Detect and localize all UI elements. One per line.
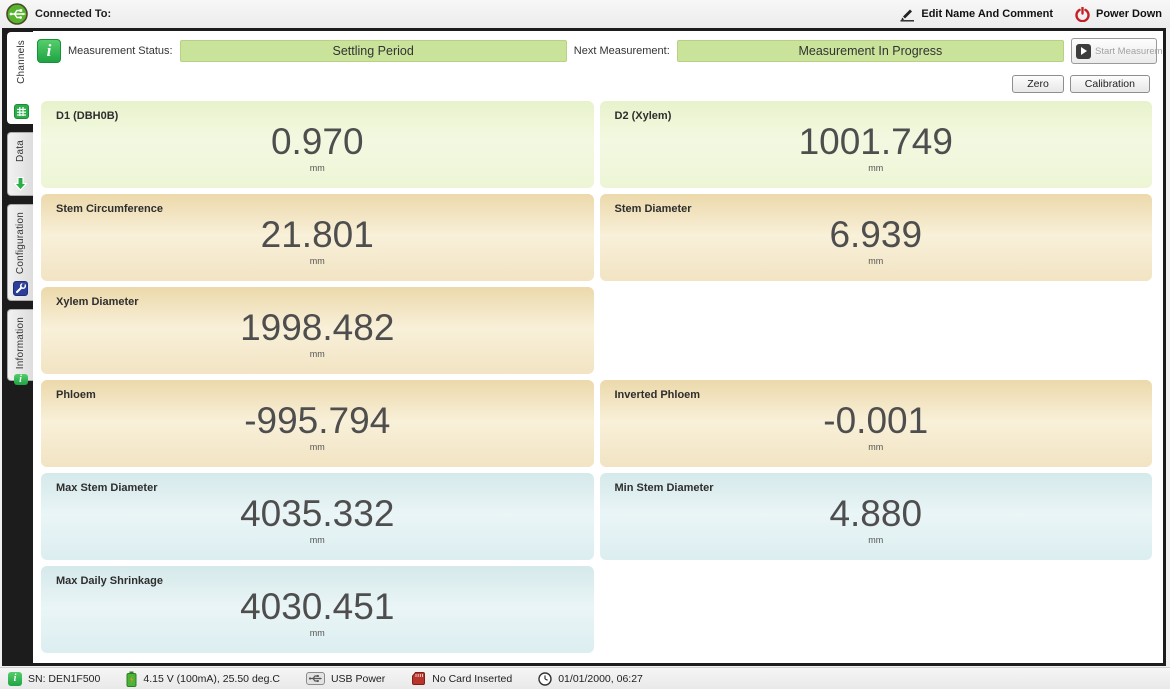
battery-status-item: 4.15 V (100mA), 25.50 deg.C xyxy=(126,671,280,687)
card-status-item: No Card Inserted xyxy=(411,671,512,686)
channel-unit: mm xyxy=(600,535,1153,545)
channel-card: Stem Circumference 21.801 mm xyxy=(41,194,594,281)
channel-card: Min Stem Diameter 4.880 mm xyxy=(600,473,1153,560)
channel-value: 4.880 xyxy=(600,495,1153,533)
clock-icon xyxy=(538,672,552,686)
tab-configuration-label: Configuration xyxy=(15,212,26,274)
channel-unit: mm xyxy=(41,349,594,359)
edit-name-and-comment-button[interactable]: Edit Name And Comment xyxy=(899,6,1053,22)
channel-unit: mm xyxy=(41,256,594,266)
tab-information-label: Information xyxy=(15,317,26,369)
bottom-status-bar: i SN: DEN1F500 4.15 V (100mA), 25.50 deg… xyxy=(0,667,1170,689)
measurement-status-value: Settling Period xyxy=(180,40,567,62)
measurement-status-label: Measurement Status: xyxy=(68,45,173,57)
datetime-item: 01/01/2000, 06:27 xyxy=(538,672,643,686)
channel-value: -995.794 xyxy=(41,402,594,440)
tab-data-label: Data xyxy=(15,140,26,162)
info-icon: i xyxy=(8,672,22,686)
channel-value: 0.970 xyxy=(41,123,594,161)
channel-card: Phloem -995.794 mm xyxy=(41,380,594,467)
battery-status-label: 4.15 V (100mA), 25.50 deg.C xyxy=(143,673,280,685)
measurement-status-row: i Measurement Status: Settling Period Ne… xyxy=(33,31,1163,65)
power-icon xyxy=(1075,7,1090,22)
channel-unit: mm xyxy=(600,256,1153,266)
channel-value: 6.939 xyxy=(600,216,1153,254)
sidebar-tabstrip: Channels Data Configuration xyxy=(5,31,33,663)
channel-card: Stem Diameter 6.939 mm xyxy=(600,194,1153,281)
channel-card: D1 (DBH0B) 0.970 mm xyxy=(41,101,594,188)
channel-card: Xylem Diameter 1998.482 mm xyxy=(41,287,594,374)
play-icon xyxy=(1076,44,1091,59)
channel-card: Max Daily Shrinkage 4030.451 mm xyxy=(41,566,594,653)
power-source-item: USB Power xyxy=(306,672,385,685)
usb-icon xyxy=(306,672,325,685)
info-icon: i xyxy=(37,39,61,63)
download-icon xyxy=(13,176,28,191)
calibration-toolbar: Zero Calibration xyxy=(33,65,1163,98)
channel-value: 4035.332 xyxy=(41,495,594,533)
battery-icon xyxy=(126,671,137,687)
channel-unit: mm xyxy=(600,442,1153,452)
info-icon: i xyxy=(14,374,28,385)
zero-button[interactable]: Zero xyxy=(1012,75,1064,93)
grid-icon xyxy=(14,104,29,119)
connected-to-label: Connected To: xyxy=(35,8,111,20)
pencil-icon xyxy=(899,6,915,22)
tab-channels[interactable]: Channels xyxy=(7,32,35,124)
usb-connected-icon xyxy=(6,3,28,25)
next-measurement-label: Next Measurement: xyxy=(574,45,670,57)
edit-name-and-comment-label: Edit Name And Comment xyxy=(921,8,1053,20)
channel-card: Inverted Phloem -0.001 mm xyxy=(600,380,1153,467)
top-bar: Connected To: Edit Name And Comment Powe… xyxy=(0,0,1170,28)
sd-card-icon xyxy=(411,671,426,686)
channel-unit: mm xyxy=(41,535,594,545)
main-frame: Channels Data Configuration xyxy=(2,28,1166,666)
card-status-label: No Card Inserted xyxy=(432,673,512,685)
power-down-button[interactable]: Power Down xyxy=(1075,7,1162,22)
channel-card: Max Stem Diameter 4035.332 mm xyxy=(41,473,594,560)
serial-number-item: i SN: DEN1F500 xyxy=(8,672,100,686)
channel-unit: mm xyxy=(41,442,594,452)
channel-unit: mm xyxy=(41,628,594,638)
start-measurement-button[interactable]: Start Measurement xyxy=(1071,38,1157,64)
channel-value: 1998.482 xyxy=(41,309,594,347)
power-down-label: Power Down xyxy=(1096,8,1162,20)
wrench-icon xyxy=(13,281,28,296)
channel-value: -0.001 xyxy=(600,402,1153,440)
tab-data[interactable]: Data xyxy=(7,132,33,196)
channel-value: 4030.451 xyxy=(41,588,594,626)
power-source-label: USB Power xyxy=(331,673,385,685)
channels-page: i Measurement Status: Settling Period Ne… xyxy=(33,31,1163,663)
next-measurement-value: Measurement In Progress xyxy=(677,40,1064,62)
channel-value: 1001.749 xyxy=(600,123,1153,161)
channel-card: D2 (Xylem) 1001.749 mm xyxy=(600,101,1153,188)
start-measurement-label: Start Measurement xyxy=(1095,46,1163,57)
channel-value: 21.801 xyxy=(41,216,594,254)
tab-channels-label: Channels xyxy=(16,40,27,84)
tab-information[interactable]: Information i xyxy=(7,309,33,381)
datetime-label: 01/01/2000, 06:27 xyxy=(558,673,643,685)
channel-unit: mm xyxy=(600,163,1153,173)
serial-number-label: SN: DEN1F500 xyxy=(28,673,100,685)
channel-grid: D1 (DBH0B) 0.970 mm D2 (Xylem) 1001.749 … xyxy=(41,101,1152,653)
calibration-button[interactable]: Calibration xyxy=(1070,75,1150,93)
channel-unit: mm xyxy=(41,163,594,173)
tab-configuration[interactable]: Configuration xyxy=(7,204,33,301)
